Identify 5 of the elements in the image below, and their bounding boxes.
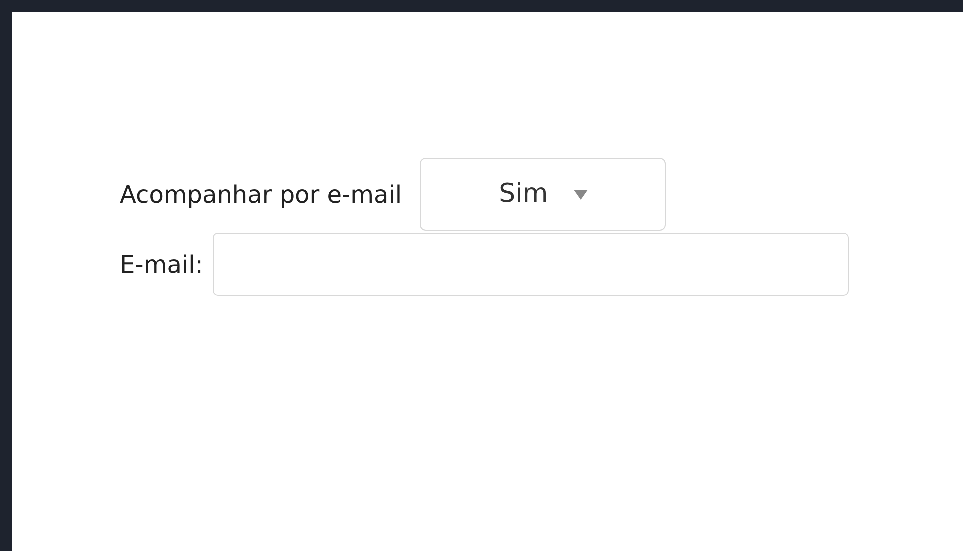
- email-label: E-mail:: [120, 250, 204, 280]
- follow-label: Acompanhar por e-mail: [120, 180, 402, 210]
- follow-select[interactable]: Sim: [420, 158, 666, 231]
- email-field[interactable]: [213, 233, 850, 296]
- dropdown-caret-icon: [574, 190, 588, 200]
